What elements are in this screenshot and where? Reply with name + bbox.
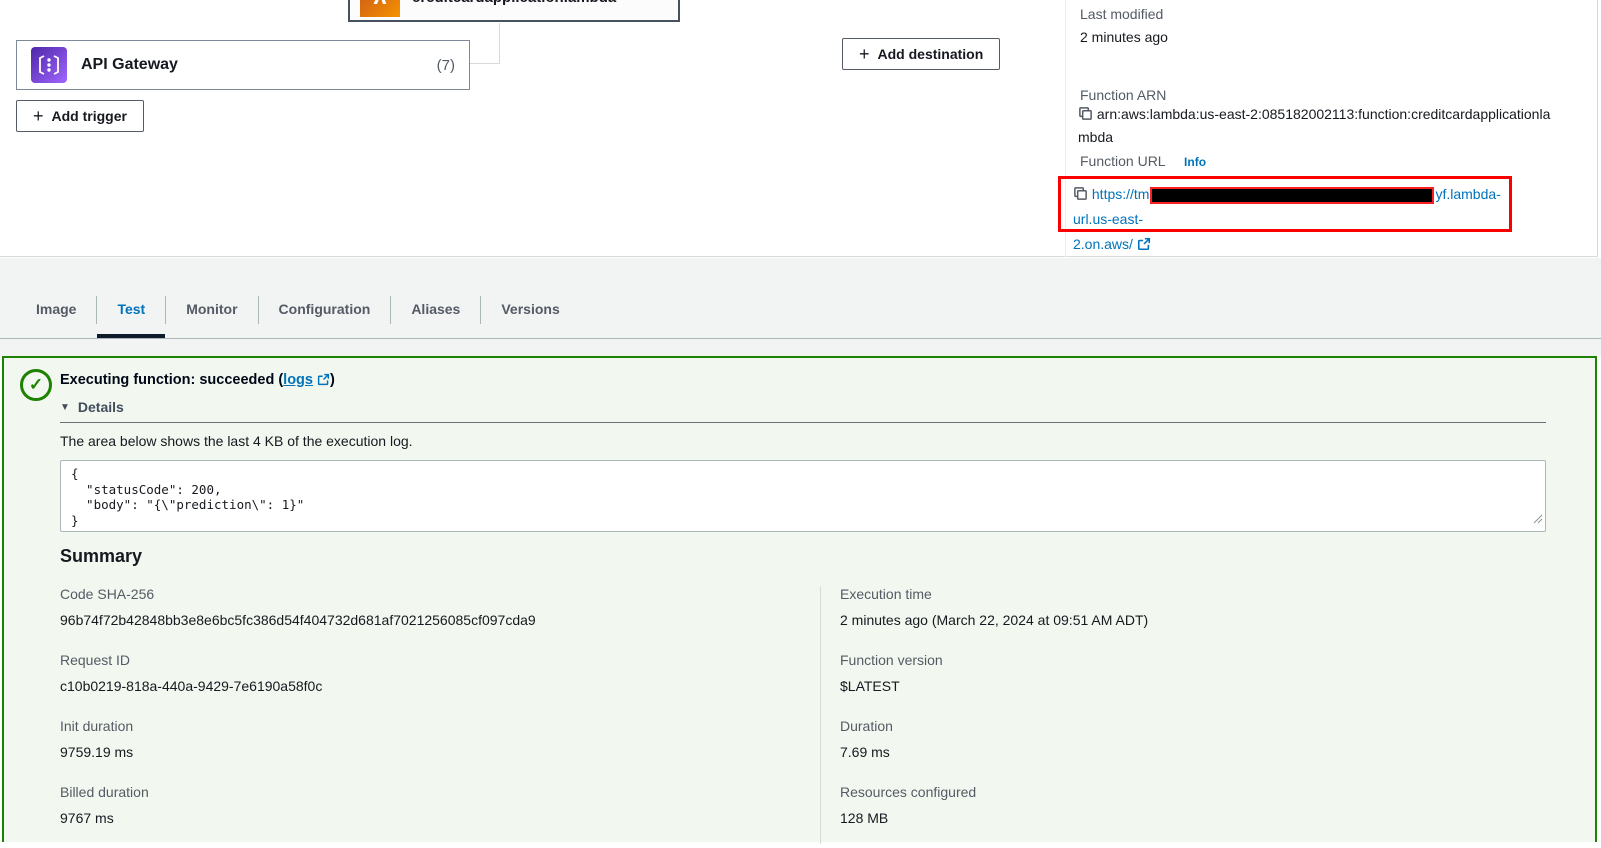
api-gateway-label: API Gateway: [81, 56, 423, 74]
field-label: Request ID: [60, 650, 620, 670]
field-label: Execution time: [840, 584, 1400, 604]
field-label: Duration: [840, 716, 1400, 736]
logs-link[interactable]: logs: [283, 372, 313, 388]
summary-left-column: Code SHA-256 96b74f72b42848bb3e8e6bc5fc3…: [60, 584, 620, 848]
api-gateway-icon: [31, 47, 67, 83]
summary-field: Init duration 9759.19 ms: [60, 716, 620, 762]
execution-log-content: { "statusCode": 200, "body": "{\"predict…: [61, 461, 1545, 533]
summary-field: Billed duration 9767 ms: [60, 782, 620, 828]
tab-versions[interactable]: Versions: [481, 282, 579, 338]
field-value: 96b74f72b42848bb3e8e6bc5fc386d54f404732d…: [60, 610, 620, 630]
execution-result-panel: ✓ Executing function: succeeded (logs ) …: [2, 356, 1597, 842]
summary-field: Duration 7.69 ms: [840, 716, 1400, 762]
field-label: Code SHA-256: [60, 584, 620, 604]
plus-icon: +: [33, 107, 44, 125]
summary-field: Code SHA-256 96b74f72b42848bb3e8e6bc5fc3…: [60, 584, 620, 630]
resize-handle[interactable]: [1533, 511, 1543, 529]
field-value: 9767 ms: [60, 808, 620, 828]
function-url-annotation-box: https://tmyf.lambda-url.us-east- 2.on.aw…: [1058, 176, 1512, 232]
details-toggle[interactable]: ▼ Details: [60, 399, 124, 415]
summary-field: Execution time 2 minutes ago (March 22, …: [840, 584, 1400, 630]
info-link[interactable]: Info: [1184, 155, 1206, 169]
function-arn-value: arn:aws:lambda:us-east-2:085182002113:fu…: [1078, 106, 1550, 145]
field-label: Function version: [840, 650, 1400, 670]
summary-title: Summary: [60, 546, 142, 567]
summary-column-divider: [820, 586, 821, 844]
redaction-bar: [1150, 187, 1434, 204]
log-description: The area below shows the last 4 KB of th…: [60, 433, 413, 449]
tab-monitor[interactable]: Monitor: [166, 282, 257, 338]
function-url-label: Function URL: [1080, 153, 1166, 169]
field-value: 9759.19 ms: [60, 742, 620, 762]
add-destination-label: Add destination: [878, 46, 984, 62]
function-arn-row: arn:aws:lambda:us-east-2:085182002113:fu…: [1078, 103, 1562, 149]
summary-right-column: Execution time 2 minutes ago (March 22, …: [840, 584, 1400, 848]
node-connector-horizontal: [470, 63, 500, 64]
tab-image[interactable]: Image: [16, 282, 96, 338]
details-divider: [60, 422, 1546, 423]
function-url-link[interactable]: https://tmyf.lambda-url.us-east- 2.on.aw…: [1073, 186, 1501, 252]
function-arn-label: Function ARN: [1080, 86, 1166, 104]
field-label: Billed duration: [60, 782, 620, 802]
copy-icon[interactable]: [1073, 186, 1088, 202]
field-value: 2 minutes ago (March 22, 2024 at 09:51 A…: [840, 610, 1400, 630]
tab-strip: Image Test Monitor Configuration Aliases…: [0, 282, 1601, 339]
lambda-icon: λ: [360, 0, 400, 17]
tab-configuration[interactable]: Configuration: [259, 282, 391, 338]
caret-down-icon: ▼: [60, 402, 70, 413]
trigger-count-badge: (7): [437, 57, 455, 74]
field-label: Resources configured: [840, 782, 1400, 802]
summary-field: Function version $LATEST: [840, 650, 1400, 696]
details-label: Details: [78, 399, 124, 415]
field-value: c10b0219-818a-440a-9429-7e6190a58f0c: [60, 676, 620, 696]
add-trigger-button[interactable]: + Add trigger: [16, 100, 144, 132]
add-destination-button[interactable]: + Add destination: [842, 38, 1000, 70]
lambda-function-node[interactable]: λ creditcardapplicationlambda: [348, 0, 680, 22]
api-gateway-trigger-card[interactable]: API Gateway (7): [16, 40, 470, 90]
field-value: 128 MB: [840, 808, 1400, 828]
function-url-header: Function URL Info: [1080, 153, 1206, 171]
field-value: $LATEST: [840, 676, 1400, 696]
external-link-icon: [317, 372, 330, 388]
summary-field: Resources configured 128 MB: [840, 782, 1400, 828]
plus-icon: +: [859, 45, 870, 63]
execution-status-text: Executing function: succeeded (logs ): [60, 372, 335, 388]
tab-aliases[interactable]: Aliases: [391, 282, 480, 338]
last-modified-label: Last modified: [1080, 5, 1163, 23]
tab-strip-spacer: [0, 282, 16, 338]
node-connector-vertical: [499, 23, 500, 64]
last-modified-value: 2 minutes ago: [1080, 27, 1168, 47]
field-value: 7.69 ms: [840, 742, 1400, 762]
field-label: Init duration: [60, 716, 620, 736]
lambda-node-label: creditcardapplicationlambda: [412, 0, 616, 6]
external-link-icon: [1137, 236, 1151, 252]
tab-band: Image Test Monitor Configuration Aliases…: [0, 258, 1601, 356]
summary-field: Request ID c10b0219-818a-440a-9429-7e619…: [60, 650, 620, 696]
success-check-icon: ✓: [20, 369, 52, 401]
add-trigger-label: Add trigger: [52, 108, 127, 124]
copy-icon[interactable]: [1078, 106, 1093, 122]
tab-test[interactable]: Test: [97, 282, 165, 338]
execution-log-textarea[interactable]: { "statusCode": 200, "body": "{\"predict…: [60, 460, 1546, 532]
function-overview-panel: λ creditcardapplicationlambda API Gatewa…: [0, 0, 1598, 257]
